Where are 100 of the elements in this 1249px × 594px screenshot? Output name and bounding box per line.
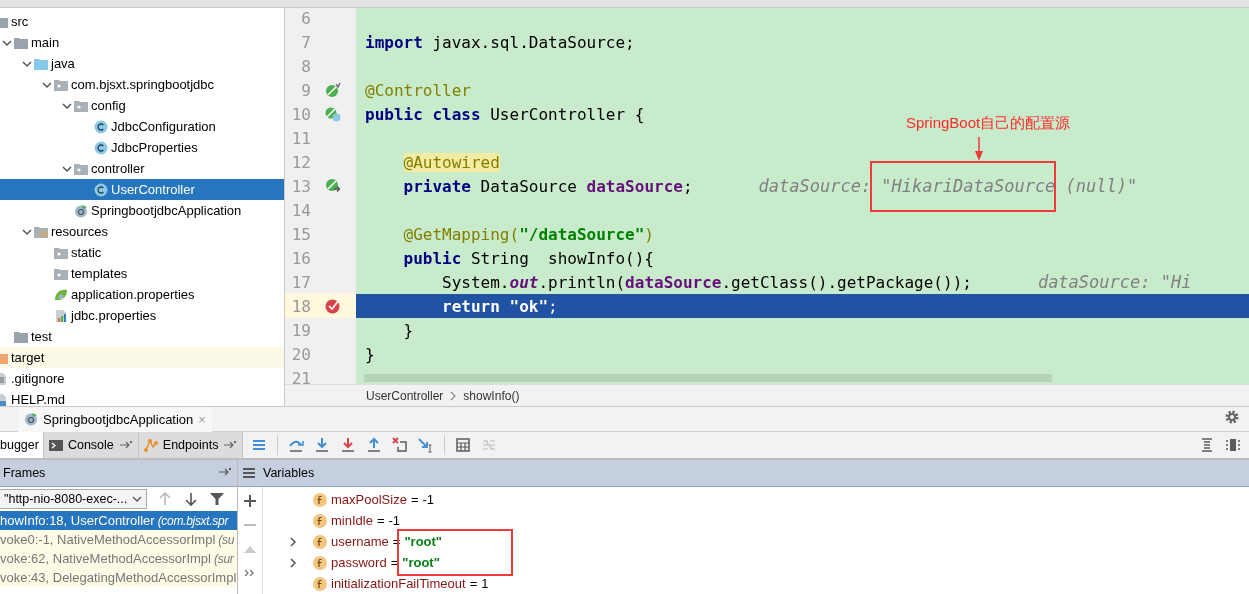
layout-icon[interactable] [1225,437,1241,453]
field-icon [313,576,327,591]
panel-tab[interactable]: Console [43,432,139,458]
list-icon[interactable] [251,437,268,453]
class-icon [94,140,108,155]
spring-bean-icon[interactable] [325,82,341,98]
field-icon [313,534,327,549]
thread-dropdown[interactable]: "http-nio-8080-exec-... [0,489,147,509]
run-to-cursor-icon[interactable] [418,437,435,453]
chevron-right-icon [449,390,458,401]
code-line: public String showInfo(){ [402,248,654,268]
spring-class-icon [24,412,38,426]
variable-row[interactable]: initializationFailTimeout = 1 [263,573,489,594]
inline-value-hint: dataSource: "HikariDataSource (null)" [758,176,1138,196]
folder-icon [14,36,28,49]
step-into-icon[interactable] [314,437,331,453]
drop-frame-icon[interactable] [392,437,409,453]
stack-frame[interactable]: voke:43, DelegatingMethodAccessorImpl [0,568,237,587]
tree-item[interactable]: config [0,95,284,116]
stack-frame[interactable]: voke0:-1, NativeMethodAccessorImpl (su [0,530,237,549]
scrollbar[interactable] [364,374,1052,382]
spring-leaf-icon [54,287,68,302]
tree-item[interactable]: JdbcProperties [0,137,284,158]
field-icon [313,492,327,507]
force-step-into-icon[interactable] [340,437,357,453]
code-line: private DataSource dataSource; [402,176,693,196]
variable-row[interactable]: minIdle = -1 [263,510,489,531]
restore-layout-icon[interactable] [1199,437,1215,453]
line-number: 6 [300,8,311,28]
tree-item[interactable]: controller [0,158,284,179]
folder-icon [14,330,28,343]
folder-icon [54,78,68,91]
field-icon [313,513,327,528]
tree-item[interactable]: resources [0,221,284,242]
folder-icon [54,246,68,259]
autowired-icon[interactable] [325,178,341,194]
code-line: } [364,344,375,364]
filter-icon[interactable] [209,491,225,507]
stack-frame[interactable]: howInfo:18, UserController (com.bjsxt.spr [0,511,237,530]
step-out-icon[interactable] [366,437,383,453]
panel-tab[interactable]: Endpoints [138,432,244,458]
tree-item[interactable]: .gitignore [0,368,284,389]
panel-title: Variables [263,466,315,480]
line-number: 9 [300,80,311,100]
class-icon [94,182,108,197]
code-line: public class UserController { [364,104,645,124]
stack-frame[interactable]: voke:62, NativeMethodAccessorImpl (sur [0,549,237,568]
line-number: 16 [290,248,311,268]
console-icon [47,437,64,453]
list-icon [241,465,257,481]
code-line: } [402,320,414,340]
code-line: import javax.sql.DataSource; [364,32,635,52]
line-number: 13 [290,176,311,196]
panel-tab[interactable]: bugger [0,432,44,458]
add-icon[interactable] [242,493,258,509]
caret-icon [132,494,142,504]
tree-item[interactable]: java [0,53,284,74]
breadcrumb[interactable]: showInfo() [463,388,520,403]
chevron-right-icon[interactable] [287,535,299,548]
callout-arrow [973,137,985,161]
tree-item[interactable]: templates [0,263,284,284]
tree-item[interactable]: HELP.md [0,389,284,406]
tree-item[interactable]: SpringbootjdbcApplication [0,200,284,221]
run-tab[interactable]: SpringbootjdbcApplication × [18,406,212,432]
tree-item[interactable]: target [0,347,284,368]
tree-item[interactable]: UserController [0,179,284,200]
inline-value-hint: dataSource: "Hi [1037,272,1192,292]
resources-folder-icon [34,225,48,238]
line-number: 19 [290,320,311,340]
chevron-right-icon[interactable] [287,556,299,569]
tree-item[interactable]: test [0,326,284,347]
line-number: 12 [290,152,311,172]
arrow-down-icon[interactable] [183,491,199,507]
breadcrumb[interactable]: UserController [366,388,444,403]
calculator-icon[interactable] [455,437,472,453]
tree-item[interactable]: static [0,242,284,263]
breakpoint-icon[interactable] [325,298,341,314]
panel-title: Frames [3,466,46,480]
field-icon [313,555,327,570]
endpoints-icon [142,437,159,453]
class-icon [94,119,108,134]
line-number: 8 [300,56,311,76]
line-number: 10 [290,104,311,124]
variable-row[interactable]: maxPoolSize = -1 [263,489,489,510]
code-line: @GetMapping("/dataSource") [402,224,654,244]
tree-item[interactable]: application.properties [0,284,284,305]
tree-item[interactable]: com.bjsxt.springbootjdbc [0,74,284,95]
folder-icon [74,99,88,112]
tree-item[interactable]: src [0,11,284,32]
tree-item[interactable]: JdbcConfiguration [0,116,284,137]
line-number: 21 [290,368,311,385]
line-number: 14 [290,200,311,220]
folder-icon [74,162,88,175]
tree-item[interactable]: jdbc.properties [0,305,284,326]
tree-item[interactable]: main [0,32,284,53]
line-number: 18 [290,296,311,316]
folder-icon [34,57,48,70]
settings-icon[interactable] [1224,409,1240,425]
line-number: 20 [290,344,311,364]
spring-class-icon[interactable] [325,106,341,122]
